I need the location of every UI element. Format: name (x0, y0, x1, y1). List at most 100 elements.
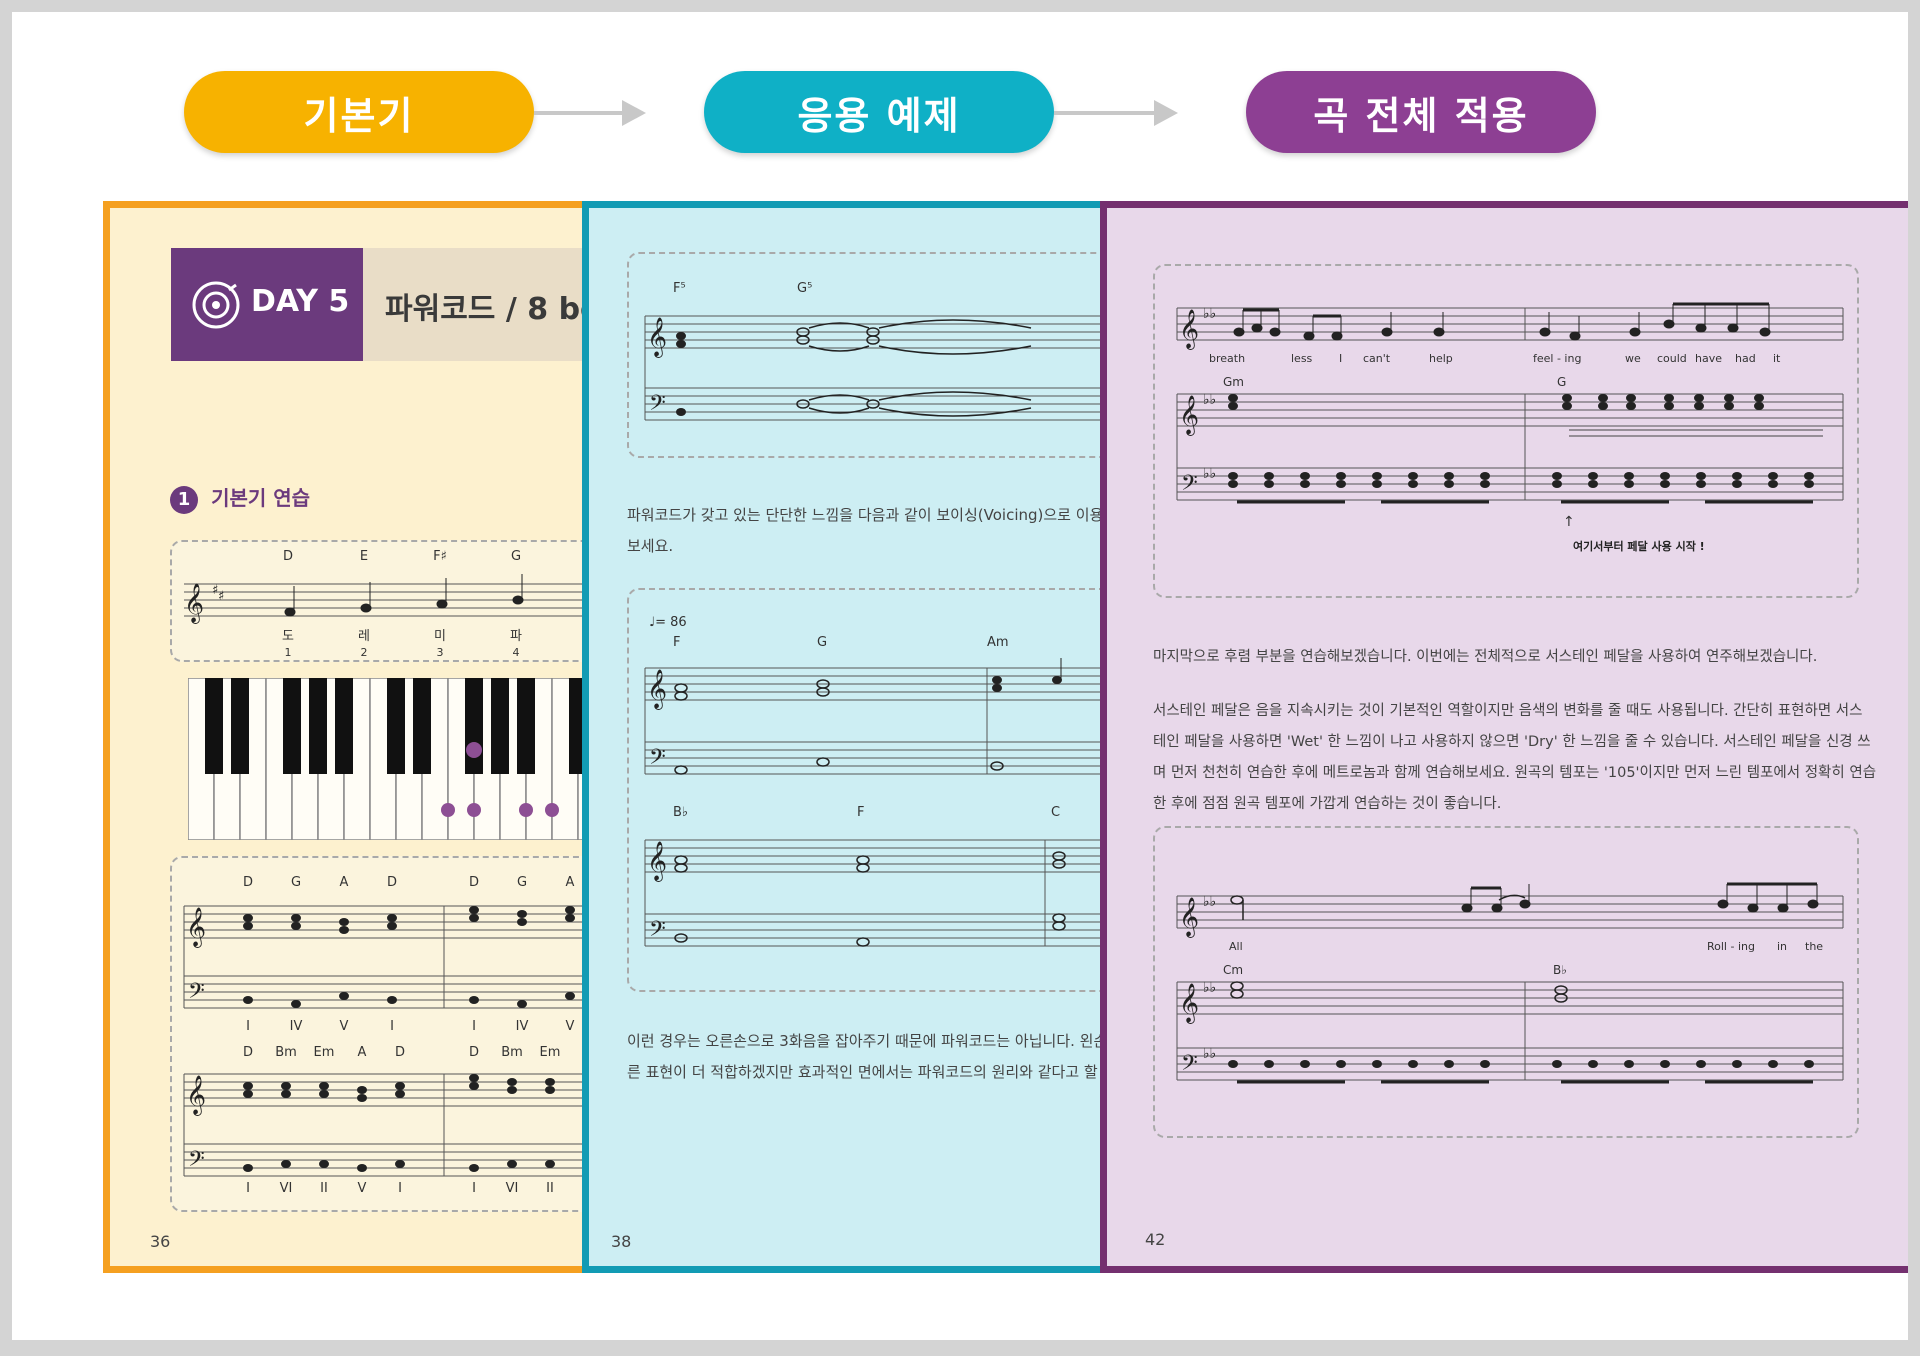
chorus-score-1: 𝄞𝄞𝄢 ♭♭♭♭♭♭ breath less I can't help feel… (1176, 302, 1844, 553)
lyric: feel - ing (1533, 352, 1581, 365)
step-applied-pill: 응용 예제 (704, 71, 1054, 153)
day-badge: DAY 5 (171, 248, 363, 361)
chord-symbol: F (673, 635, 680, 650)
step-basic-label: 기본기 (303, 93, 415, 138)
chord-symbol: G (517, 875, 527, 890)
svg-text:𝄞: 𝄞 (647, 841, 667, 882)
svg-text:𝄞: 𝄞 (647, 669, 667, 710)
chord-symbol: G (817, 635, 827, 650)
roman-numeral: I (472, 1181, 476, 1194)
section-number-badge: 1 (170, 486, 198, 514)
chord-symbol: Cm (1223, 963, 1243, 977)
lyric: it (1773, 352, 1781, 365)
chord-symbol: A (340, 875, 349, 890)
roman-numeral: I (246, 1019, 250, 1034)
roman-numeral: VI (280, 1181, 293, 1194)
svg-text:𝄢: 𝄢 (649, 917, 666, 947)
paragraph: 이런 경우는 오른손으로 3화음을 잡아주기 때문에 파워코드는 아닙니다. 왼… (627, 1026, 1116, 1088)
roman-numeral: I (398, 1181, 402, 1194)
lyric: had (1735, 352, 1756, 365)
roman-numeral: VI (506, 1181, 519, 1194)
text-line: 한 후에 점점 원곡 템포에 가깝게 연습하는 것이 좋습니다. (1153, 796, 1502, 812)
pedal-annotation: 여기서부터 페달 사용 시작 ! (1573, 539, 1705, 553)
chord-symbol: D (469, 1045, 479, 1060)
arrow-up-icon: ↑ (1563, 514, 1575, 530)
roman-numeral: I (390, 1019, 394, 1034)
text-line: 서스테인 페달은 음을 지속시키는 것이 기본적인 역할이지만 음색의 변화를 … (1153, 703, 1863, 719)
chord-symbol: B♭ (1553, 963, 1567, 977)
arrow-icon (534, 100, 646, 126)
svg-text:♭♭: ♭♭ (1203, 894, 1216, 910)
svg-text:♭♭: ♭♭ (1203, 466, 1216, 482)
text-line: 며 먼저 천천히 연습한 후에 메트로놈과 함께 연습해보세요. 원곡의 템포는… (1153, 765, 1877, 781)
page-applied: 𝄞 𝄢 F⁵ G⁵ 파워코드가 갖고 있는 단단한 느낌을 다음과 같이 보이싱(… (582, 201, 1116, 1273)
page-basics: DAY 5 파워코드 / 8 be 1 기본기 연습 𝄞 ♯ ♯ D E F♯ … (103, 201, 595, 1273)
scale-syllable: 파 (510, 629, 522, 644)
scale-chord: E (360, 549, 368, 564)
paragraph-intro: 마지막으로 후렴 부분을 연습해보겠습니다. 이번에는 전체적으로 서스테인 페… (1153, 649, 1818, 665)
paragraph: 파워코드가 갖고 있는 단단한 느낌을 다음과 같이 보이싱(Voicing)으… (627, 500, 1116, 562)
chord-symbol: Bm (501, 1045, 523, 1060)
section-heading: 1 기본기 연습 (170, 482, 310, 514)
scale-degree: 1 (285, 646, 292, 659)
chord-symbol: B♭ (673, 805, 688, 820)
svg-text:𝄞: 𝄞 (184, 583, 204, 624)
roman-numeral: IV (290, 1019, 303, 1034)
scale-staff: 𝄞 ♯♯ D E F♯ G A 도 레 미 파 솔 1 2 (184, 549, 595, 659)
svg-text:𝄞: 𝄞 (1179, 983, 1199, 1024)
chord-symbol: G⁵ (797, 281, 812, 296)
text-line: 이런 경우는 오른손으로 3화음을 잡아주기 때문에 파워코드는 아닙니다. 왼… (627, 1032, 1116, 1050)
scale-chord: G (511, 549, 521, 564)
svg-text:♭♭: ♭♭ (1203, 306, 1216, 322)
svg-text:𝄞: 𝄞 (186, 907, 206, 948)
disc-icon (192, 281, 240, 329)
step-song-label: 곡 전체 적용 (1313, 93, 1529, 138)
svg-text:𝄞: 𝄞 (1179, 897, 1199, 938)
text-line: 른 표현이 더 적합하겠지만 효과적인 면에서는 파워코드의 원리와 같다고 할… (627, 1063, 1116, 1081)
chord-symbol: D (395, 1045, 405, 1060)
chord-symbol: A (358, 1045, 367, 1060)
chord-symbol: G (291, 875, 301, 890)
section-number: 1 (177, 489, 191, 510)
scale-degree: 2 (361, 646, 368, 659)
lyric: in (1777, 940, 1787, 953)
scale-syllable: 레 (358, 629, 370, 644)
scale-chord: F♯ (433, 549, 447, 564)
lyric: have (1695, 352, 1722, 365)
chord-symbol: D (469, 875, 479, 890)
step-song-pill: 곡 전체 적용 (1246, 71, 1596, 153)
paragraph-pedal: 서스테인 페달은 음을 지속시키는 것이 기본적인 역할이지만 음색의 변화를 … (1153, 696, 1876, 820)
chord-symbol: F (857, 805, 864, 820)
chord-symbol: Em (540, 1045, 561, 1060)
piano-keyboard (188, 678, 595, 840)
day-label: DAY 5 (251, 284, 350, 319)
scale-syllable: 미 (434, 629, 446, 644)
chord-symbol: D (243, 1045, 253, 1060)
svg-text:𝄢: 𝄢 (649, 391, 666, 421)
svg-text:𝄢: 𝄢 (1181, 471, 1198, 501)
voicing-score: 𝄞 𝄢 𝄞 𝄢 ♩= 86 F G Am B♭ F C (644, 615, 1101, 947)
lyric: we (1625, 352, 1641, 365)
chorus-score-2: 𝄞 𝄞 𝄢 ♭♭ ♭♭ ♭♭ All Roll - ing in the Cm B♭ (1176, 882, 1844, 1084)
tempo-marking: ♩= 86 (649, 615, 687, 630)
scale-degree: 3 (437, 646, 444, 659)
lyric: the (1805, 940, 1823, 953)
svg-text:𝄞: 𝄞 (1179, 395, 1199, 436)
chord-symbol: A (566, 875, 575, 890)
text-line: 테인 페달을 사용하면 'Wet' 한 느낌이 나고 사용하지 않으면 'Dry… (1153, 734, 1871, 750)
svg-text:𝄢: 𝄢 (1181, 1051, 1198, 1081)
lyric: less (1291, 352, 1313, 365)
power-chord-score: 𝄞 𝄢 F⁵ G⁵ (644, 281, 1111, 421)
svg-text:♭♭: ♭♭ (1203, 1046, 1216, 1062)
chord-symbol: D (387, 875, 397, 890)
canvas: 기본기 응용 예제 곡 전체 적용 DAY 5 파워코드 / 8 be 1 기본… (12, 12, 1908, 1340)
text-line: 파워코드가 갖고 있는 단단한 느낌을 다음과 같이 보이싱(Voicing)으… (627, 506, 1116, 524)
page-number: 36 (150, 1232, 171, 1251)
arrow-icon (1054, 100, 1178, 126)
roman-numeral: IV (516, 1019, 529, 1034)
svg-text:♭♭: ♭♭ (1203, 980, 1216, 996)
chord-symbol: C (1051, 805, 1060, 820)
lyric: breath (1209, 352, 1245, 365)
lyric: help (1429, 352, 1453, 365)
roman-numeral: II (320, 1181, 328, 1194)
